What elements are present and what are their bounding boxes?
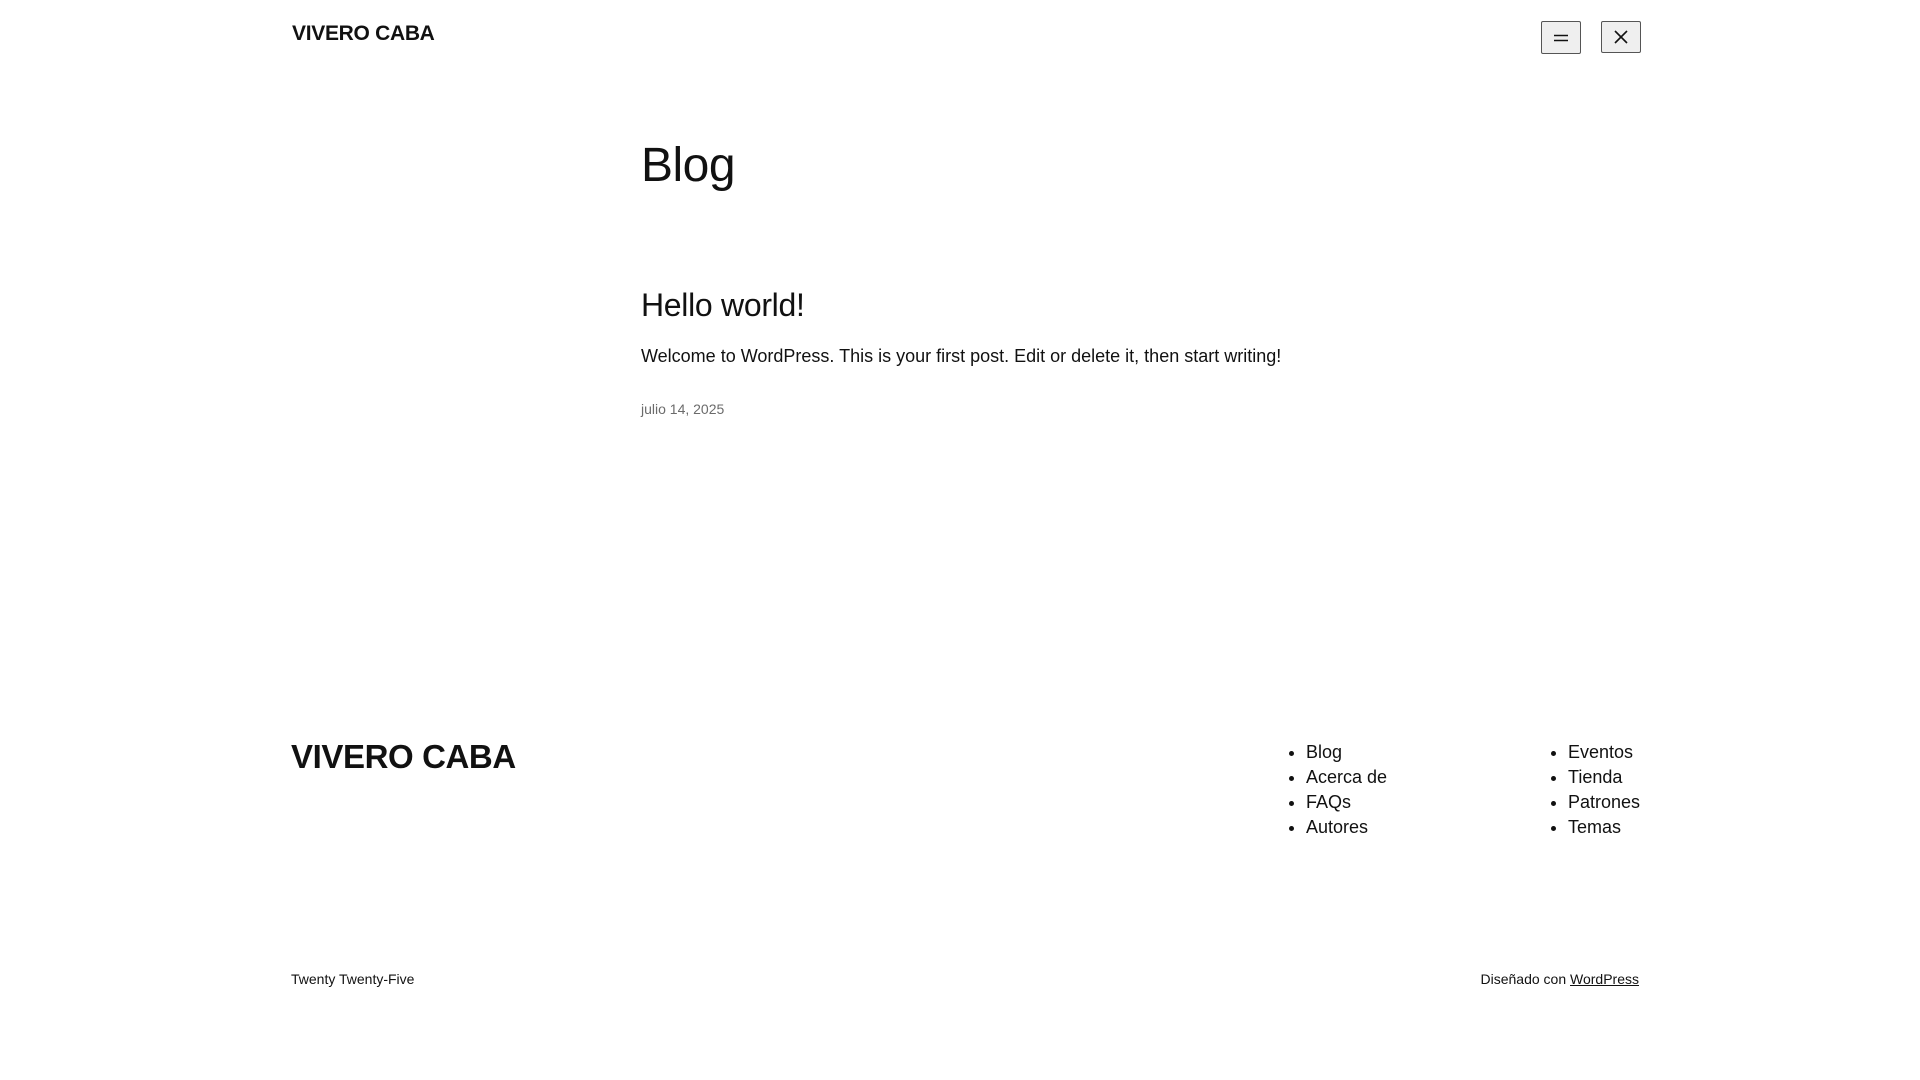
open-menu-button[interactable] [1541,21,1581,54]
theme-name: Twenty Twenty-Five [291,971,415,987]
page-title: Blog [641,139,736,192]
footer-nav-item-autores[interactable]: Autores [1306,815,1387,840]
site-title-link[interactable]: VIVERO CABA [292,22,435,46]
footer-nav-item-acerca-de[interactable]: Acerca de [1306,765,1387,790]
footer-nav-column-1: Blog Acerca de FAQs Autores [1286,740,1387,840]
post-title-link[interactable]: Hello world! [641,287,805,323]
footer-nav-column-2: Eventos Tienda Patrones Temas [1548,740,1640,840]
footer-nav-link[interactable]: Eventos [1568,742,1633,762]
footer-nav-link[interactable]: Autores [1306,817,1368,837]
close-icon [1614,30,1628,44]
footer-nav-link[interactable]: Tienda [1568,767,1622,787]
post-date[interactable]: julio 14, 2025 [641,401,724,417]
footer-nav-link[interactable]: FAQs [1306,792,1351,812]
footer-nav-item-temas[interactable]: Temas [1568,815,1640,840]
footer-nav-link[interactable]: Acerca de [1306,767,1387,787]
post-excerpt: Welcome to WordPress. This is your first… [641,346,1282,366]
footer-nav-item-patrones[interactable]: Patrones [1568,790,1640,815]
footer-nav-link[interactable]: Blog [1306,742,1342,762]
page: VIVERO CABA Blog Hello world! Welcome to… [0,0,1920,1080]
footer-site-title-link[interactable]: VIVERO CABA [291,738,516,776]
hamburger-menu-icon [1554,34,1568,41]
footer-nav-link[interactable]: Patrones [1568,792,1640,812]
footer-nav-link[interactable]: Temas [1568,817,1621,837]
footer-nav-item-faqs[interactable]: FAQs [1306,790,1387,815]
footer-credit: Diseñado con WordPress [1481,971,1640,987]
wordpress-link[interactable]: WordPress [1570,971,1639,987]
close-menu-button[interactable] [1601,21,1641,53]
credit-prefix: Diseñado con [1480,971,1567,987]
footer-nav-item-eventos[interactable]: Eventos [1568,740,1640,765]
footer-nav-item-tienda[interactable]: Tienda [1568,765,1640,790]
footer-nav-item-blog[interactable]: Blog [1306,740,1387,765]
